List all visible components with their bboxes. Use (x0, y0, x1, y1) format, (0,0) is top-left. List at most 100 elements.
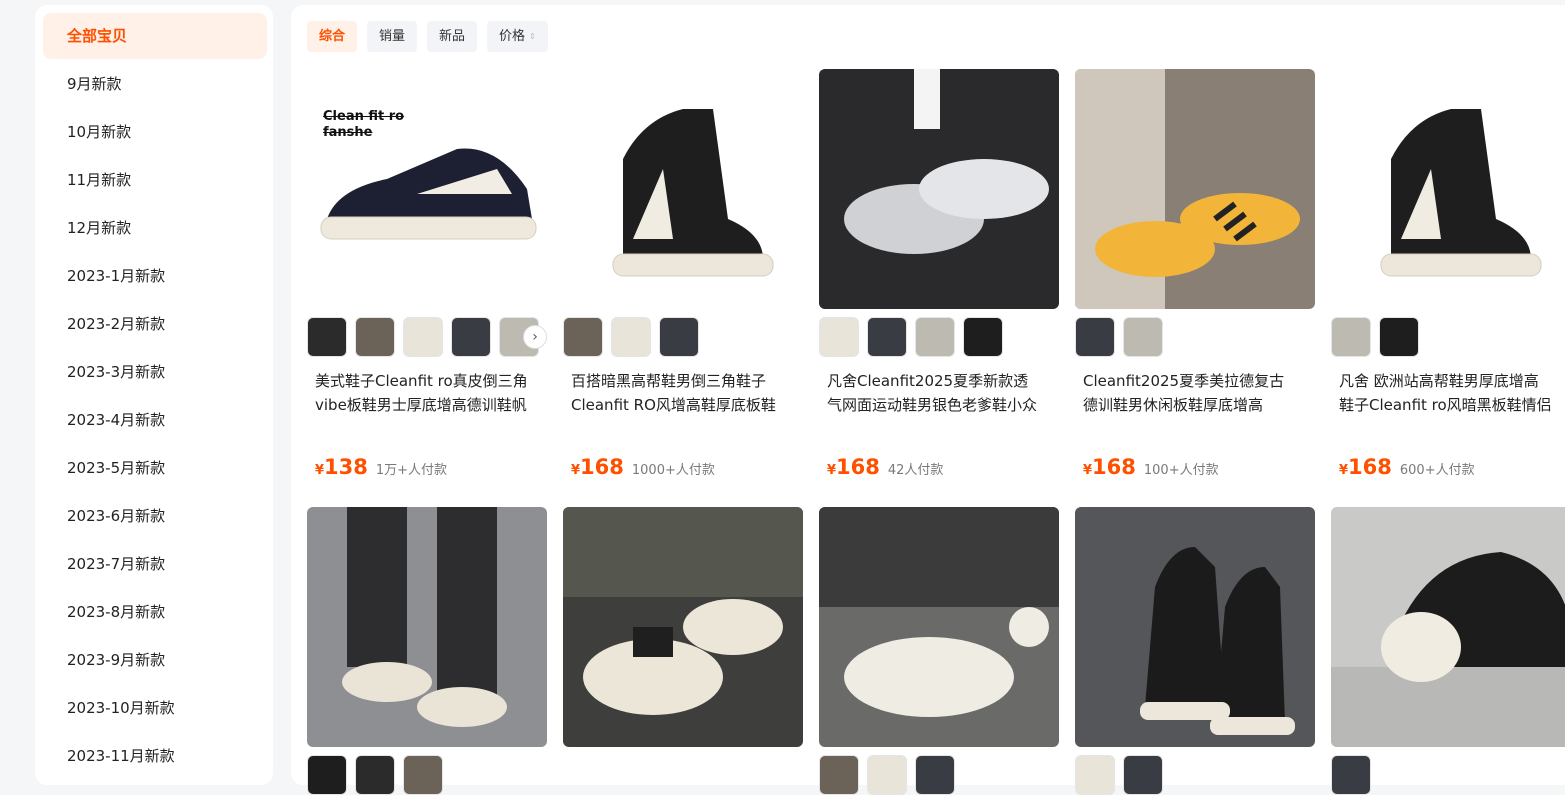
product-image[interactable]: Clean fit ro fanshe (307, 69, 547, 309)
sort-order-icon: ⇕ (529, 32, 536, 41)
sidebar-category-item[interactable]: 2023-2月新款 (43, 301, 267, 347)
product-image[interactable] (563, 507, 803, 747)
product-thumbnail[interactable] (307, 755, 347, 795)
product-thumbnail[interactable] (451, 317, 491, 357)
product-thumbnail[interactable] (1331, 317, 1371, 357)
product-thumbnail[interactable] (867, 317, 907, 357)
product-thumbnail[interactable] (355, 755, 395, 795)
product-thumbnail[interactable] (1123, 755, 1163, 795)
sales-count: 42人付款 (887, 463, 944, 478)
product-thumbnails (1331, 755, 1565, 795)
price-row: ¥168 600+人付款 (1339, 455, 1475, 483)
currency-symbol: ¥ (1339, 463, 1349, 478)
sales-count: 1000+人付款 (631, 463, 715, 478)
currency-symbol: ¥ (827, 463, 837, 478)
product-photo (819, 507, 1059, 747)
product-photo (1075, 69, 1315, 309)
product-image[interactable] (1075, 507, 1315, 747)
sidebar-category-item[interactable]: 2023-3月新款 (43, 349, 267, 395)
product-thumbnails (819, 755, 1059, 795)
product-photo (1331, 507, 1565, 747)
product-image[interactable] (307, 507, 547, 747)
sidebar-category-item[interactable]: 9月新款 (43, 61, 267, 107)
sort-tab[interactable]: 销量 (367, 21, 418, 52)
product-thumbnail[interactable] (1075, 755, 1115, 795)
sales-count: 100+人付款 (1143, 463, 1219, 478)
product-thumbnail[interactable] (611, 317, 651, 357)
product-price: 168 (1092, 455, 1136, 479)
sidebar-category-item[interactable]: 2023-6月新款 (43, 493, 267, 539)
sidebar-category-item[interactable]: 2023-10月新款 (43, 685, 267, 731)
product-thumbnail[interactable] (403, 755, 443, 795)
sort-tab-label: 价格 (499, 29, 526, 44)
currency-symbol: ¥ (571, 463, 581, 478)
currency-symbol: ¥ (315, 463, 325, 478)
price-row: ¥138 1万+人付款 (315, 455, 447, 483)
sidebar-category-item[interactable]: 2023-9月新款 (43, 637, 267, 683)
product-photo (563, 507, 803, 747)
sort-tab-label: 综合 (319, 29, 346, 44)
product-thumbnail[interactable] (819, 317, 859, 357)
currency-symbol: ¥ (1083, 463, 1093, 478)
sidebar-category-item[interactable]: 2023-8月新款 (43, 589, 267, 635)
category-sidebar: 全部宝贝 9月新款 10月新款 11月新款 12月新款 2023-1月新款 2023-2月新… (35, 5, 273, 785)
product-thumbnail[interactable] (867, 755, 907, 795)
product-thumbnail[interactable] (915, 755, 955, 795)
next-thumbnails-button[interactable]: › (523, 325, 547, 349)
product-thumbnail[interactable] (819, 755, 859, 795)
product-image[interactable] (819, 69, 1059, 309)
product-photo (563, 69, 803, 309)
product-title[interactable]: 美式鞋子Cleanfit ro真皮倒三角 vibe板鞋男士厚底增高德训鞋帆 (315, 369, 547, 417)
product-price: 168 (836, 455, 880, 479)
sidebar-category-item[interactable]: 11月新款 (43, 157, 267, 203)
product-thumbnail[interactable] (563, 317, 603, 357)
product-thumbnails (1075, 755, 1315, 795)
sidebar-category-item[interactable]: 2023-7月新款 (43, 541, 267, 587)
product-photo (1075, 507, 1315, 747)
product-title[interactable]: 凡舍Cleanfit2025夏季新款透 气网面运动鞋男银色老爹鞋小众 (827, 369, 1059, 417)
image-overlay-text: Clean fit ro fanshe (323, 109, 405, 140)
sidebar-category-item[interactable]: 2023-4月新款 (43, 397, 267, 443)
product-thumbnails (1331, 317, 1565, 357)
product-image[interactable] (563, 69, 803, 309)
product-photo (819, 69, 1059, 309)
product-thumbnails: › (307, 317, 547, 357)
product-image[interactable] (1075, 69, 1315, 309)
product-image[interactable] (1331, 69, 1565, 309)
sort-tab[interactable]: 综合 (307, 21, 358, 52)
product-photo (307, 69, 547, 309)
sort-tab-label: 销量 (379, 29, 406, 44)
sidebar-category-item[interactable]: 12月新款 (43, 205, 267, 251)
product-photo (307, 507, 547, 747)
sort-tab-label: 新品 (439, 29, 466, 44)
sort-tab[interactable]: 新品 (427, 21, 478, 52)
sidebar-category-item[interactable]: 2023-1月新款 (43, 253, 267, 299)
product-title[interactable]: 百搭暗黑高帮鞋男倒三角鞋子 Cleanfit RO风增高鞋厚底板鞋 (571, 369, 803, 417)
product-image[interactable] (1331, 507, 1565, 747)
price-row: ¥168 1000+人付款 (571, 455, 715, 483)
product-thumbnail[interactable] (403, 317, 443, 357)
product-thumbnail[interactable] (307, 317, 347, 357)
product-title[interactable]: 凡舍 欧洲站高帮鞋男厚底增高 鞋子Cleanfit ro风暗黑板鞋情侣 (1339, 369, 1565, 417)
product-area: 综合 销量 新品 价格 ⇕ Clean fit ro fanshe › 美式鞋子Cleanf… (291, 5, 1565, 795)
sidebar-category-item[interactable]: 全部宝贝 (43, 13, 267, 59)
product-thumbnail[interactable] (659, 317, 699, 357)
product-thumbnail[interactable] (1379, 317, 1419, 357)
sidebar-category-item[interactable]: 2023-5月新款 (43, 445, 267, 491)
sidebar-category-item[interactable]: 2023-11月新款 (43, 733, 267, 779)
product-title[interactable]: Cleanfit2025夏季美拉德复古 德训鞋男休闲板鞋厚底增高 (1083, 369, 1315, 417)
product-price: 168 (580, 455, 624, 479)
product-image[interactable] (819, 507, 1059, 747)
product-thumbnail[interactable] (355, 317, 395, 357)
sidebar-category-item[interactable]: 10月新款 (43, 109, 267, 155)
product-thumbnails (307, 755, 547, 795)
price-row: ¥168 42人付款 (827, 455, 943, 483)
product-thumbnails (563, 317, 803, 357)
product-thumbnail[interactable] (1075, 317, 1115, 357)
product-thumbnail[interactable] (1123, 317, 1163, 357)
product-photo (1331, 69, 1565, 309)
product-thumbnail[interactable] (915, 317, 955, 357)
sort-tab[interactable]: 价格 ⇕ (487, 21, 548, 52)
product-thumbnail[interactable] (963, 317, 1003, 357)
product-thumbnail[interactable] (1331, 755, 1371, 795)
